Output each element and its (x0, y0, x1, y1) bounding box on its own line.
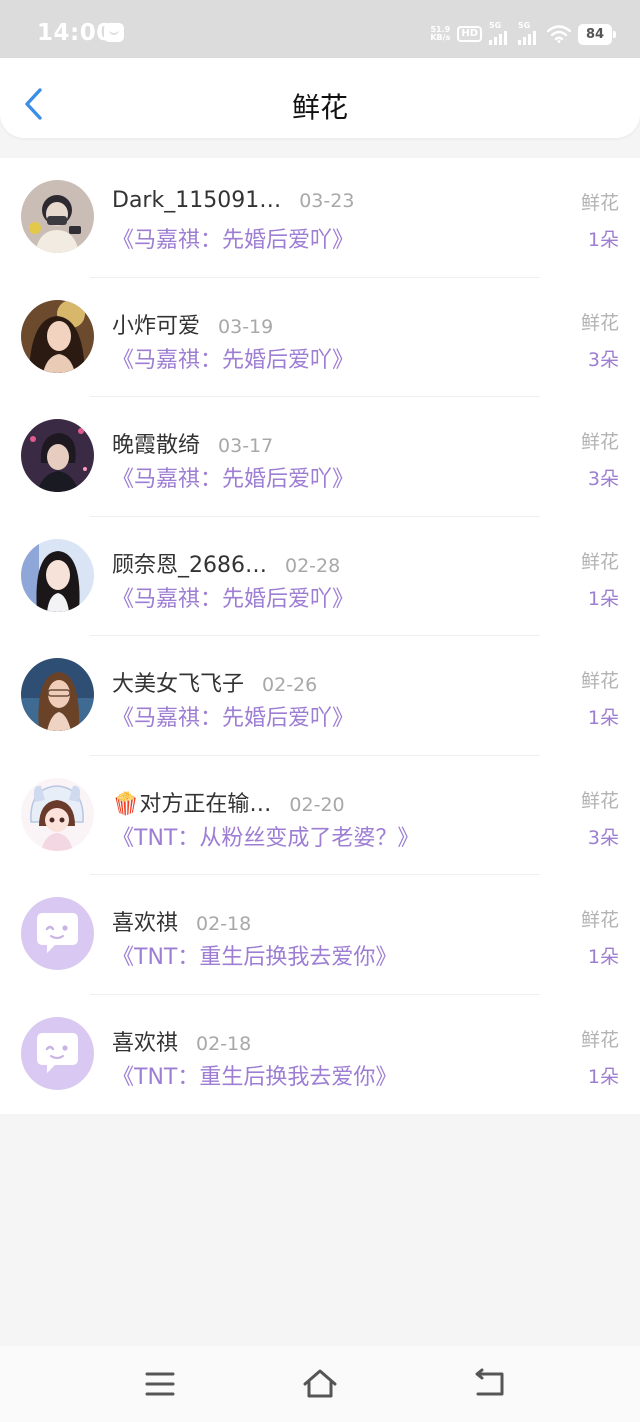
gift-type-label: 鲜花 (580, 550, 619, 573)
signal-icon: 5G (489, 21, 511, 45)
gift-type-label: 鲜花 (580, 311, 619, 334)
gift-date: 02-18 (196, 913, 252, 935)
gift-date: 02-18 (196, 1032, 252, 1055)
gift-date: 03-17 (218, 435, 274, 457)
book-title[interactable]: 《TNT：重生后换我去爱你》 (112, 1059, 397, 1091)
gift-type-label: 鲜花 (580, 789, 619, 812)
gift-count: 3朵 (587, 348, 619, 371)
gift-count: 1朵 (587, 229, 619, 251)
battery-icon: 84 (578, 23, 616, 45)
book-title[interactable]: 《TNT：重生后换我去爱你》 (112, 939, 397, 971)
book-title[interactable]: 《马嘉祺：先婚后爱吖》 (112, 222, 354, 254)
network-type-1: 5G (489, 21, 502, 30)
system-nav-bar (0, 1346, 640, 1422)
list-item[interactable]: 晚霞散绮 03-17 《马嘉祺：先婚后爱吖》 鲜花 3朵 (0, 397, 640, 517)
avatar[interactable] (21, 538, 94, 612)
back-icon[interactable] (470, 1366, 510, 1402)
hd-badge: HD (457, 26, 482, 42)
menu-icon[interactable] (140, 1366, 180, 1402)
gift-count: 1朵 (587, 1065, 619, 1088)
gift-date: 03-19 (218, 315, 274, 338)
gift-count: 1朵 (587, 707, 619, 729)
gift-type-label: 鲜花 (580, 1028, 619, 1051)
gift-count: 1朵 (587, 946, 619, 968)
gift-type-label: 鲜花 (580, 192, 619, 214)
user-name: 晚霞散绮 (112, 433, 201, 458)
status-indicators: 51.9 KB/s HD 5G 5G 84 (430, 21, 616, 46)
list-item[interactable]: 小炸可爱 03-19 《马嘉祺：先婚后爱吖》 鲜花 3朵 (0, 278, 640, 397)
gift-date: 02-20 (289, 793, 345, 816)
avatar[interactable] (21, 299, 94, 373)
avatar[interactable] (21, 777, 94, 851)
gift-type-label: 鲜花 (580, 431, 619, 453)
network-speed-unit: KB/s (430, 33, 451, 42)
flower-gift-list: Dark_115091… 03-23 《马嘉祺：先婚后爱吖》 鲜花 1朵 小炸可… (0, 158, 640, 1114)
status-time: 14:00 (37, 20, 113, 46)
user-name: 小炸可爱 (112, 313, 201, 339)
wifi-icon (547, 25, 571, 43)
book-title[interactable]: 《马嘉祺：先婚后爱吖》 (112, 700, 354, 732)
gift-count: 1朵 (587, 587, 619, 610)
page-title: 鲜花 (291, 91, 348, 124)
gift-date: 02-26 (262, 674, 318, 696)
list-item[interactable]: 🍿对方正在输… 02-20 《TNT：从粉丝变成了老婆？》 鲜花 3朵 (0, 756, 640, 875)
book-title[interactable]: 《马嘉祺：先婚后爱吖》 (112, 461, 354, 493)
user-name: 顾奈恩_2686… (112, 552, 267, 578)
user-name: 大美女飞飞子 (112, 672, 245, 697)
header-bar: 鲜花 (0, 58, 640, 138)
list-item[interactable]: 喜欢祺 02-18 《TNT：重生后换我去爱你》 鲜花 1朵 (0, 995, 640, 1115)
gift-type-label: 鲜花 (580, 909, 619, 931)
list-item[interactable]: 喜欢祺 02-18 《TNT：重生后换我去爱你》 鲜花 1朵 (0, 875, 640, 995)
user-name: 喜欢祺 (112, 1030, 179, 1056)
network-type-2: 5G (518, 21, 531, 30)
list-item[interactable]: Dark_115091… 03-23 《马嘉祺：先婚后爱吖》 鲜花 1朵 (0, 158, 640, 278)
default-chat-avatar-icon[interactable] (21, 1016, 94, 1090)
signal-icon: 5G (518, 21, 540, 45)
gift-type-label: 鲜花 (580, 670, 619, 692)
avatar[interactable] (21, 180, 94, 253)
list-item[interactable]: 顾奈恩_2686… 02-28 《马嘉祺：先婚后爱吖》 鲜花 1朵 (0, 517, 640, 636)
user-name: Dark_115091… (112, 188, 282, 213)
avatar[interactable] (21, 658, 94, 731)
book-title[interactable]: 《马嘉祺：先婚后爱吖》 (112, 581, 354, 613)
network-speed: 51.9 KB/s (430, 26, 450, 42)
default-chat-avatar-icon[interactable] (21, 897, 94, 970)
book-title[interactable]: 《马嘉祺：先婚后爱吖》 (112, 342, 354, 374)
avatar[interactable] (21, 419, 94, 492)
notification-icon (104, 23, 124, 42)
gift-count: 3朵 (587, 468, 619, 490)
user-name: 喜欢祺 (112, 911, 179, 936)
gift-date: 03-23 (299, 190, 355, 212)
status-bar: 14:00 51.9 KB/s HD 5G 5G 84 (0, 0, 640, 58)
home-icon[interactable] (300, 1366, 340, 1402)
gift-count: 3朵 (587, 826, 619, 849)
book-title[interactable]: 《TNT：从粉丝变成了老婆？》 (112, 820, 419, 852)
user-name: 🍿对方正在输… (112, 791, 272, 817)
gift-date: 02-28 (285, 554, 341, 577)
list-item[interactable]: 大美女飞飞子 02-26 《马嘉祺：先婚后爱吖》 鲜花 1朵 (0, 636, 640, 756)
